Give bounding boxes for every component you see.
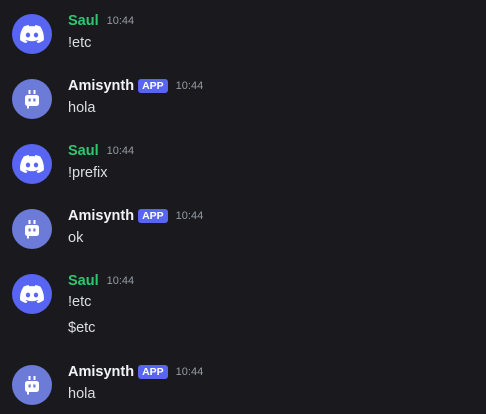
author-name[interactable]: Saul bbox=[68, 13, 99, 29]
avatar[interactable] bbox=[12, 274, 52, 314]
message-header: Saul 10:44 bbox=[68, 141, 134, 161]
avatar[interactable] bbox=[12, 365, 52, 405]
message-text: !etc bbox=[68, 35, 92, 51]
avatar[interactable] bbox=[12, 209, 52, 249]
timestamp[interactable]: 10:44 bbox=[107, 275, 135, 287]
discord-logo-icon bbox=[20, 285, 44, 303]
message-text: !prefix bbox=[68, 165, 108, 181]
message-header: Amisynth APP 10:44 bbox=[68, 76, 203, 96]
message-text: !etc bbox=[68, 294, 92, 310]
message-header: Amisynth APP 10:44 bbox=[68, 362, 203, 382]
timestamp[interactable]: 10:44 bbox=[107, 145, 135, 157]
author-name[interactable]: Amisynth bbox=[68, 208, 134, 224]
message-header: Saul 10:44 bbox=[68, 271, 134, 291]
chat-message-list: Saul 10:44 !etc Amisynth APP 10:44 hola bbox=[0, 0, 486, 414]
app-badge: APP bbox=[138, 79, 168, 93]
author-name[interactable]: Amisynth bbox=[68, 364, 134, 380]
message-text: hola bbox=[68, 386, 96, 402]
timestamp[interactable]: 10:44 bbox=[176, 80, 204, 92]
message-header: Saul 10:44 bbox=[68, 11, 134, 31]
message-text: hola bbox=[68, 100, 96, 116]
timestamp[interactable]: 10:44 bbox=[176, 210, 204, 222]
discord-logo-icon bbox=[20, 25, 44, 43]
avatar[interactable] bbox=[12, 144, 52, 184]
timestamp[interactable]: 10:44 bbox=[176, 366, 204, 378]
message-text: $etc bbox=[68, 320, 96, 336]
timestamp[interactable]: 10:44 bbox=[107, 15, 135, 27]
robot-icon bbox=[25, 90, 39, 109]
message-text: ok bbox=[68, 230, 84, 246]
robot-icon bbox=[25, 220, 39, 239]
author-name[interactable]: Saul bbox=[68, 273, 99, 289]
app-badge: APP bbox=[138, 365, 168, 379]
message-header: Amisynth APP 10:44 bbox=[68, 206, 203, 226]
robot-icon bbox=[25, 376, 39, 395]
avatar[interactable] bbox=[12, 79, 52, 119]
app-badge: APP bbox=[138, 209, 168, 223]
author-name[interactable]: Saul bbox=[68, 143, 99, 159]
avatar[interactable] bbox=[12, 14, 52, 54]
author-name[interactable]: Amisynth bbox=[68, 78, 134, 94]
discord-logo-icon bbox=[20, 155, 44, 173]
